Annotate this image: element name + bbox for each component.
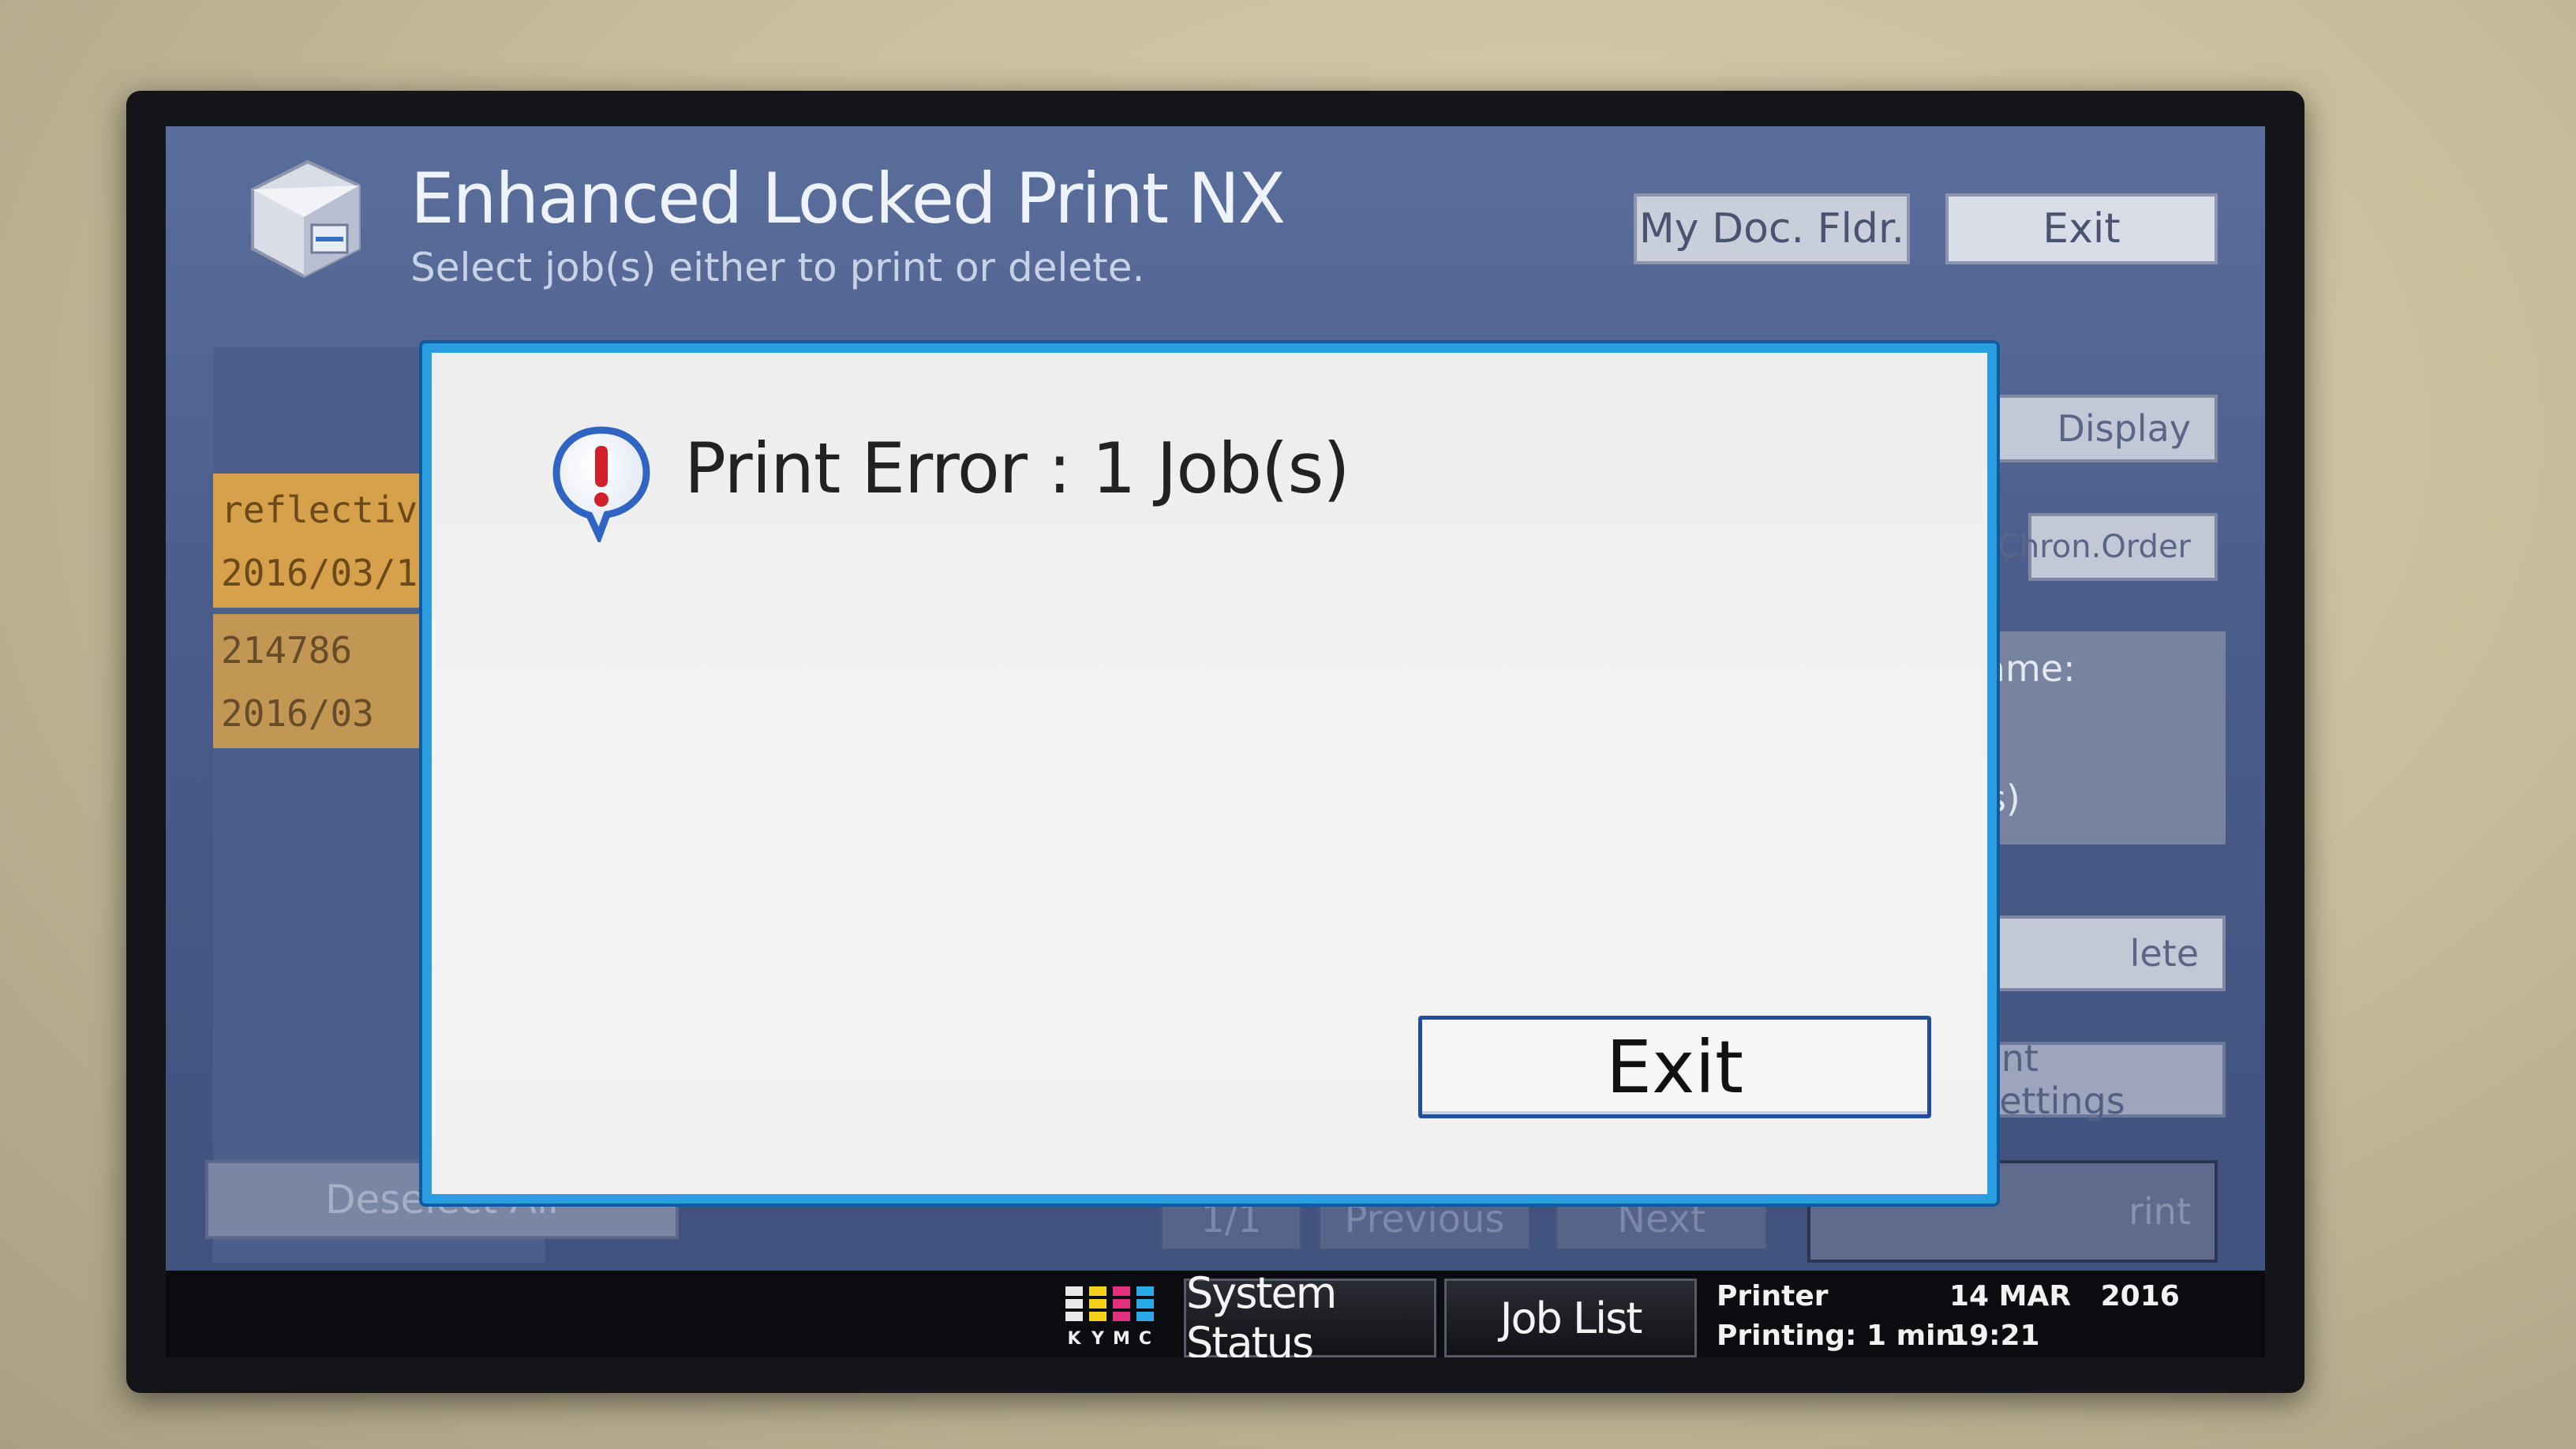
toner-label-y: Y <box>1091 1329 1104 1349</box>
status-bar: K Y M C System Status Job List Printer P… <box>166 1268 2265 1357</box>
exit-app-button[interactable]: Exit <box>1945 193 2218 264</box>
job-list-button[interactable]: Job List <box>1444 1279 1697 1357</box>
alert-speech-bubble-icon <box>552 426 650 542</box>
printer-icon <box>251 159 361 279</box>
job-info-panel: lame: (s) <box>1973 631 2226 844</box>
system-status-button[interactable]: System Status <box>1184 1268 1436 1357</box>
display-button[interactable]: Display <box>1981 395 2218 462</box>
print-settings-button[interactable]: rint Settings <box>1973 1037 2226 1122</box>
my-doc-folder-button[interactable]: My Doc. Fldr. <box>1634 193 1910 264</box>
date-display: 14 MAR 2016 <box>1949 1280 2180 1312</box>
toner-level-icon: K Y M C <box>1065 1286 1168 1350</box>
delete-button[interactable]: lete <box>1973 915 2226 991</box>
dialog-title: Print Error : 1 Job(s) <box>684 428 1350 509</box>
printer-label: Printer <box>1717 1280 1829 1312</box>
touch-screen: Enhanced Locked Print NX Select job(s) e… <box>166 126 2265 1357</box>
app-title: Enhanced Locked Print NX <box>410 158 1286 239</box>
dialog-exit-button[interactable]: Exit <box>1418 1016 1931 1118</box>
app-subtitle: Select job(s) either to print or delete. <box>410 245 1145 290</box>
chron-order-button[interactable]: Chron.Order <box>1998 513 2218 581</box>
printing-status: Printing: 1 min. <box>1717 1320 1967 1352</box>
toner-label-c: C <box>1138 1329 1152 1349</box>
print-error-dialog: Print Error : 1 Job(s) Exit <box>422 343 1997 1204</box>
time-display: 19:21 <box>1949 1320 2040 1352</box>
toner-label-m: M <box>1113 1329 1130 1349</box>
toner-label-k: K <box>1067 1329 1081 1349</box>
